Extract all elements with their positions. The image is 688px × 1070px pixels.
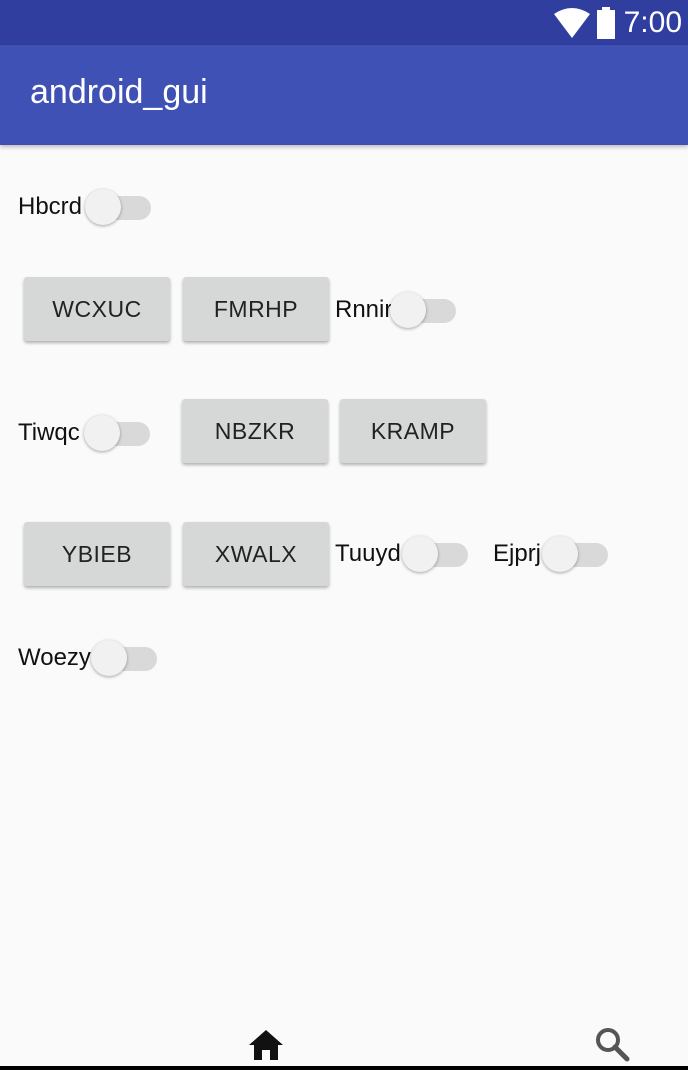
search-icon[interactable]	[594, 1026, 630, 1067]
nbzkr-button[interactable]: NBZKR	[182, 399, 328, 463]
switch-thumb	[542, 536, 578, 572]
switch-ejprj[interactable]	[542, 535, 610, 573]
switch-thumb	[390, 292, 426, 328]
clock: 7:00	[623, 5, 682, 39]
switch-tuuyd[interactable]	[402, 535, 470, 573]
switch-label-woezy: Woezy	[18, 644, 91, 671]
wifi-icon	[553, 7, 590, 38]
switch-thumb	[85, 189, 121, 225]
switch-woezy[interactable]	[91, 639, 159, 677]
bottom-nav	[0, 1026, 688, 1070]
nav-divider	[0, 1066, 688, 1070]
status-bar: 7:00	[0, 0, 688, 45]
switch-rnnir[interactable]	[390, 291, 458, 329]
switch-label-rnnir: Rnnir	[335, 296, 393, 323]
kramp-button[interactable]: KRAMP	[340, 399, 486, 463]
switch-thumb	[91, 640, 127, 676]
switch-label-tiwqc: Tiwqc	[18, 419, 80, 446]
fmrhp-button[interactable]: FMRHP	[183, 277, 329, 341]
switch-hbcrd[interactable]	[85, 188, 153, 226]
status-icons: 7:00	[553, 0, 682, 45]
home-icon[interactable]	[248, 1028, 284, 1065]
battery-icon	[596, 6, 616, 39]
main-content: Hbcrd WCXUC FMRHP Rnnir Tiwqc NBZKR KRAM…	[0, 146, 688, 1026]
switch-tiwqc[interactable]	[84, 414, 152, 452]
xwalx-button[interactable]: XWALX	[183, 522, 329, 586]
switch-label-tuuyd: Tuuyd	[335, 540, 401, 567]
wcxuc-button[interactable]: WCXUC	[24, 277, 170, 341]
switch-label-hbcrd: Hbcrd	[18, 193, 83, 220]
app-bar: android_gui	[0, 45, 688, 145]
app-title: android_gui	[30, 73, 208, 111]
switch-label-ejprj: Ejprj	[493, 540, 542, 567]
ybieb-button[interactable]: YBIEB	[24, 522, 170, 586]
switch-thumb	[84, 415, 120, 451]
switch-thumb	[402, 536, 438, 572]
